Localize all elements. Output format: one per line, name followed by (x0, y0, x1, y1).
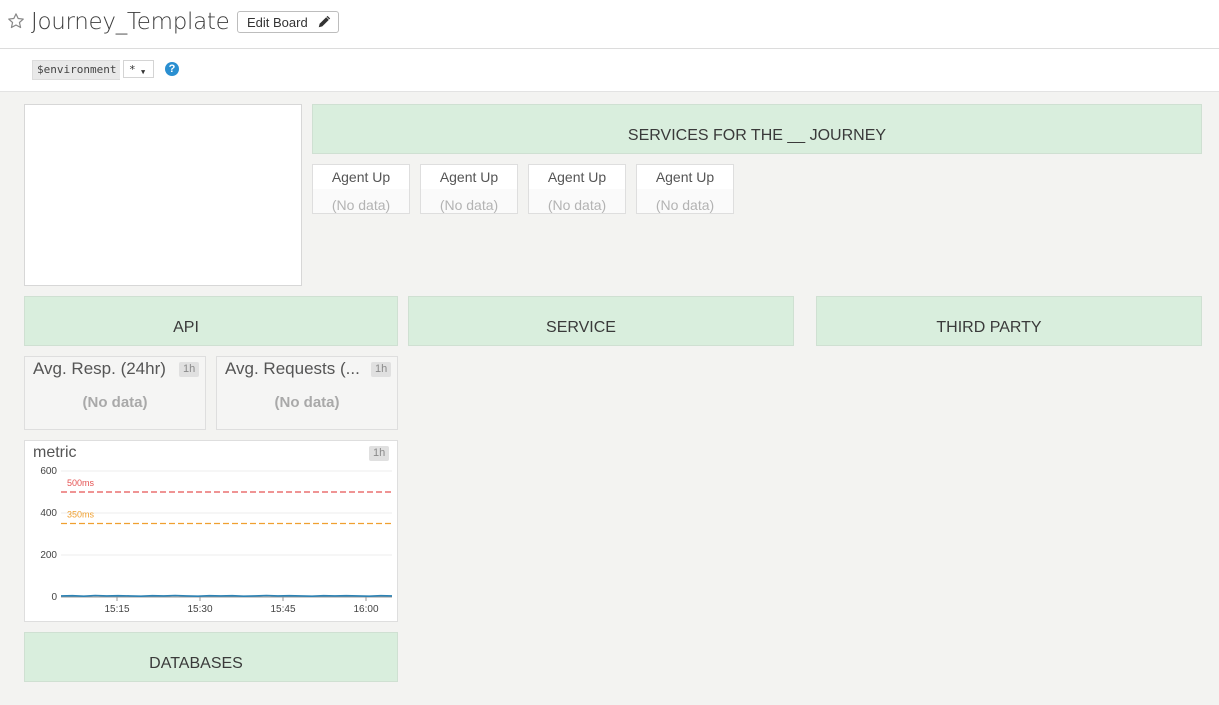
edit-board-label: Edit Board (247, 15, 308, 30)
agent-up-value: (No data) (439, 197, 499, 213)
agent-up-title: Agent Up (529, 165, 625, 189)
note-third-party[interactable]: THIRD PARTY (816, 296, 1202, 346)
agent-up-title: Agent Up (313, 165, 409, 189)
note-third-party-text: THIRD PARTY (936, 319, 1042, 336)
timeframe-badge: 1h (371, 362, 392, 377)
note-databases-text: DATABASES (149, 655, 243, 672)
timeframe-badge: 1h (369, 446, 390, 461)
y-tick-label: 200 (40, 550, 57, 561)
y-tick-label: 400 (40, 508, 57, 519)
agent-up-title: Agent Up (421, 165, 517, 189)
avg-resp-widget[interactable]: Avg. Resp. (24hr) 1h (No data) (24, 356, 206, 430)
avg-resp-value: (No data) (82, 394, 148, 411)
series-line (60, 594, 393, 598)
note-api-text: API (173, 319, 199, 336)
chart-title: metric (33, 444, 77, 461)
header-bar: Journey_Template Edit Board (0, 0, 1219, 49)
x-tick-label: 15:45 (270, 604, 295, 615)
avg-requests-title: Avg. Requests (... (225, 359, 360, 378)
marker-label: 350ms (67, 510, 95, 520)
agent-up-title: Agent Up (637, 165, 733, 189)
note-service-text: SERVICE (546, 319, 616, 336)
note-service[interactable]: SERVICE (408, 296, 794, 346)
agent-up-value: (No data) (655, 197, 715, 213)
x-tick-label: 16:00 (353, 604, 378, 615)
note-databases[interactable]: DATABASES (24, 632, 398, 682)
agent-up-value: (No data) (547, 197, 607, 213)
image-widget[interactable] (24, 104, 302, 286)
avg-requests-widget[interactable]: Avg. Requests (... 1h (No data) (216, 356, 398, 430)
help-icon[interactable]: ? (165, 62, 179, 76)
agent-up-widget[interactable]: Agent Up (No data) (528, 164, 626, 214)
x-tick-label: 15:15 (104, 604, 129, 615)
note-api[interactable]: API (24, 296, 398, 346)
y-tick-label: 0 (51, 592, 57, 603)
template-variable-name: $environment (32, 60, 121, 80)
agent-up-widget[interactable]: Agent Up (No data) (312, 164, 410, 214)
edit-board-button[interactable]: Edit Board (237, 11, 339, 33)
avg-requests-value: (No data) (274, 394, 340, 411)
agent-up-value: (No data) (331, 197, 391, 213)
agent-up-widget[interactable]: Agent Up (No data) (636, 164, 734, 214)
template-variable-value: * (129, 63, 136, 76)
x-tick-label: 15:30 (187, 604, 212, 615)
timeseries-chart: 0 200 400 600 15:15 15:30 15:45 16:00 500ms 350ms (40, 466, 393, 615)
note-services-heading[interactable]: SERVICES FOR THE __ JOURNEY (312, 104, 1202, 154)
star-icon[interactable] (7, 12, 25, 30)
agent-up-widget[interactable]: Agent Up (No data) (420, 164, 518, 214)
page-title: Journey_Template (31, 9, 230, 35)
marker-label: 500ms (67, 478, 95, 488)
note-services-text: SERVICES FOR THE __ JOURNEY (627, 127, 887, 144)
timeframe-badge: 1h (179, 362, 200, 377)
caret-down-icon: ▼ (141, 68, 146, 76)
template-variable-select[interactable]: * ▼ (123, 60, 154, 78)
y-tick-label: 600 (40, 466, 57, 477)
pencil-icon (318, 15, 331, 28)
template-variable-bar: $environment * ▼ (0, 49, 1219, 92)
timeseries-widget[interactable]: metric 1h 0 200 400 600 15:15 15:30 15:45 16:00… (24, 440, 398, 622)
avg-resp-title: Avg. Resp. (24hr) (33, 359, 166, 378)
